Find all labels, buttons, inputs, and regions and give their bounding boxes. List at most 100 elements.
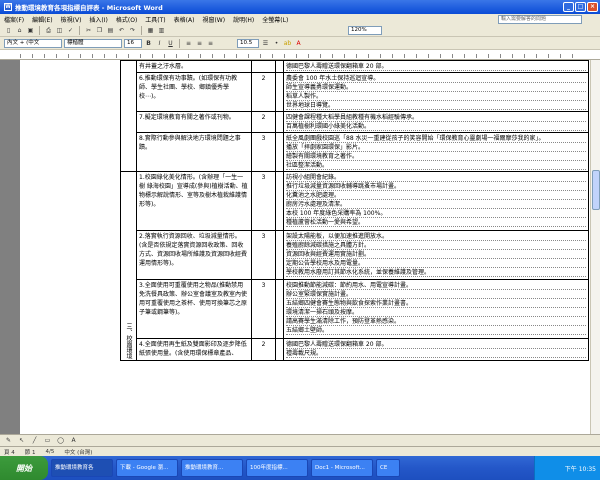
open-icon[interactable]: ⌂ [15,26,24,35]
menu-tools[interactable]: 工具(T) [145,15,165,24]
style-select[interactable]: 內文 + (中文 [4,38,62,48]
oval-icon[interactable]: ◯ [56,436,65,445]
format-toolbar: 內文 + (中文 標楷體 16 B I U ≡ ≡ ≡ 10.5 ☰ • ab … [0,37,600,50]
score-cell[interactable]: 3 [251,229,276,281]
italic-icon[interactable]: I [155,39,164,48]
new-doc-icon[interactable]: ▯ [4,26,13,35]
menu-view[interactable]: 檢視(V) [61,15,82,24]
font-size-select[interactable]: 16 [124,38,142,48]
help-search-input[interactable]: 輸入需要解答的問題 [498,15,582,24]
score-cell[interactable]: 2 [251,72,276,112]
item-cell[interactable]: 4.全面使用再生紙及雙面影印及逐步降低紙張使用量。(含使用環保標章產品、 [136,338,252,361]
line-icon[interactable]: ╱ [30,436,39,445]
columns-icon[interactable]: ▥ [157,26,166,35]
taskbar-item[interactable]: 下載 - Google 瀏... [116,459,178,477]
score-value: 3 [261,232,266,240]
score-cell[interactable]: 3 [251,171,276,231]
cut-icon[interactable]: ✂ [84,26,93,35]
draw-icon[interactable]: ✎ [4,436,13,445]
bullets-icon[interactable]: • [272,39,281,48]
document-area[interactable]: 有井蓋之汙水層。 德國巴黎人壽贈送環保翻箱車 20 部。 6.推動環保有功事蹟。(如… [0,60,590,434]
item-text: 4.全面使用再生紙及雙面影印及逐步降低紙張使用量。(含使用環保標章產品、 [139,341,247,358]
maximize-button[interactable]: □ [575,2,586,12]
score-cell[interactable]: 2 [251,111,276,133]
item-cell[interactable]: 2.落實執行資源回收、垃圾減量情形。(含是否依規定落實資源回收政策、回收方式、資… [136,229,252,281]
status-page: 頁 4 [4,449,15,456]
item-cell[interactable]: 3.全面使用可重覆使用之物品(推動禁用免洗餐具政策、辦公室會議室及教室內使用可重… [136,279,252,340]
item-cell[interactable]: 有井蓋之汙水層。 [136,60,252,73]
font-color-icon[interactable]: A [294,39,303,48]
desc-cell[interactable]: 架設太陽能板，以便加速推進開放水。 養殖廚餘減碳措施之具體方針。 資源回收與經費運用… [283,229,589,281]
arrow-icon[interactable]: ↖ [17,436,26,445]
menu-fullscreen[interactable]: 全螢幕(L) [262,15,288,24]
horizontal-ruler[interactable] [0,50,600,60]
score-cell[interactable]: 2 [251,338,276,361]
desc-cell[interactable]: 農委會 100 年水土保持巡迴宣導。 師生宣導義勇環保運動。 稻草人製作。 世界地球日… [283,72,589,112]
save-icon[interactable]: ▣ [26,26,35,35]
scroll-thumb[interactable] [592,170,600,210]
menu-format[interactable]: 格式(O) [116,15,137,24]
desc-line: 辦公室緊環保實施計畫。 [286,290,586,300]
align-right-icon[interactable]: ≡ [206,39,215,48]
paste-icon[interactable]: ▤ [106,26,115,35]
score-cell[interactable]: 3 [251,279,276,340]
document-page[interactable]: 有井蓋之汙水層。 德國巴黎人壽贈送環保翻箱車 20 部。 6.推動環保有功事蹟。(如… [20,60,590,434]
preview-icon[interactable]: ◫ [55,26,64,35]
desc-line: 資源回收與經費運用實施計劃。 [286,250,586,259]
taskbar-item[interactable]: 推動環境教育各 [51,459,113,477]
menu-edit[interactable]: 編輯(E) [32,15,52,24]
item-cell[interactable]: 6.推動環保有功事蹟。(如環保有功教師、學生社團、學校、鄉鎮優秀學校⋯)。 [136,72,252,112]
score-cell[interactable] [251,60,276,73]
vertical-scrollbar[interactable] [590,60,600,434]
desc-line: 本校 100 年度綠色采購率為 100%。 [286,209,586,218]
redo-icon[interactable]: ↷ [128,26,137,35]
align-center-icon[interactable]: ≡ [195,39,204,48]
numbering-icon[interactable]: ☰ [261,39,270,48]
print-icon[interactable]: ⎙ [44,26,53,35]
align-left-icon[interactable]: ≡ [184,39,193,48]
desc-cell[interactable]: 德國巴黎人壽贈送環保翻箱車 20 部。 禮壽載尺規。 [283,338,589,361]
menu-table[interactable]: 表格(A) [174,15,195,24]
mark-cell [275,171,284,231]
copy-icon[interactable]: ❐ [95,26,104,35]
line-spacing-select[interactable]: 10.5 [237,38,259,48]
desc-cell[interactable]: 四健會課程種大稻學員組教種有機水稻經驗傳承。 百萬植樹利環國小綠美化活動。 [283,111,589,133]
font-select[interactable]: 標楷體 [64,38,122,48]
close-button[interactable]: × [587,2,598,12]
menu-insert[interactable]: 插入(I) [89,15,107,24]
taskbar-item[interactable]: Doc1 - Microsoft... [311,459,373,477]
undo-icon[interactable]: ↶ [117,26,126,35]
item-cell[interactable]: 7.擬定環境教育有關之著作或刊物。 [136,111,252,133]
desc-line: 五結鄉四健會賽生態物與飲食探索作業計畫書。 [286,299,586,309]
bold-icon[interactable]: B [144,39,153,48]
evaluation-table: 有井蓋之汙水層。 德國巴黎人壽贈送環保翻箱車 20 部。 6.推動環保有功事蹟。(如… [120,60,589,361]
start-button[interactable]: 開始 [0,456,48,480]
minimize-button[interactable]: _ [563,2,574,12]
menu-help[interactable]: 說明(H) [233,15,254,24]
window-title: 推動環境教育各項指標自評表 - Microsoft Word [15,4,163,12]
underline-icon[interactable]: U [166,39,175,48]
status-bar: 頁 4 節 1 4/5 中文 (台灣) [0,446,600,456]
desc-cell[interactable]: 德國巴黎人壽贈送環保翻箱車 20 部。 [283,60,589,73]
menu-file[interactable]: 檔案(F) [4,15,24,24]
item-cell[interactable]: 1.校園綠化美化情形。(含辦理「一生一樹 綠海校園」宣導成(參與)植樹活動、植物… [136,171,252,231]
textbox-icon[interactable]: A [69,436,78,445]
desc-cell[interactable]: 訪視小組開會紀錄。 推行垃圾減量資源回收輔導跳蚤市場計畫。 化糞池之水肥處理。 廚房污… [283,171,589,231]
item-cell[interactable]: 8.實際行動參與解決地方環境問題之事蹟。 [136,132,252,172]
table-icon[interactable]: ▦ [146,26,155,35]
spelling-icon[interactable]: ✓ [66,26,75,35]
desc-cell[interactable]: 紙全風劇團戲校園巡「88 水災一重建從孩子的笑容開始「環保教育心靈劇場一福爾摩莎… [283,132,589,172]
desc-line: 百萬植樹利環國小綠美化活動。 [286,122,586,131]
menu-window[interactable]: 視窗(W) [202,15,225,24]
taskbar-item[interactable]: 100年度指標... [246,459,308,477]
score-cell[interactable]: 3 [251,132,276,172]
score-value: 3 [261,282,266,290]
rectangle-icon[interactable]: ▭ [43,436,52,445]
desc-cell[interactable]: 校園推動節能減碳：節約用水、用電宣導計畫。 辦公室緊環保實施計畫。 五結鄉四健會賽生… [283,279,589,340]
zoom-select[interactable]: 120% [348,26,382,35]
taskbar-item[interactable]: 推動環境教育... [181,459,243,477]
highlight-icon[interactable]: ab [283,39,292,48]
item-text: 8.實際行動參與解決地方環境問題之事蹟。 [139,135,241,151]
table-row: 8.實際行動參與解決地方環境問題之事蹟。 3 紙全風劇團戲校園巡「88 水災一重建從… [121,132,589,172]
taskbar-item[interactable]: CE [376,459,400,477]
